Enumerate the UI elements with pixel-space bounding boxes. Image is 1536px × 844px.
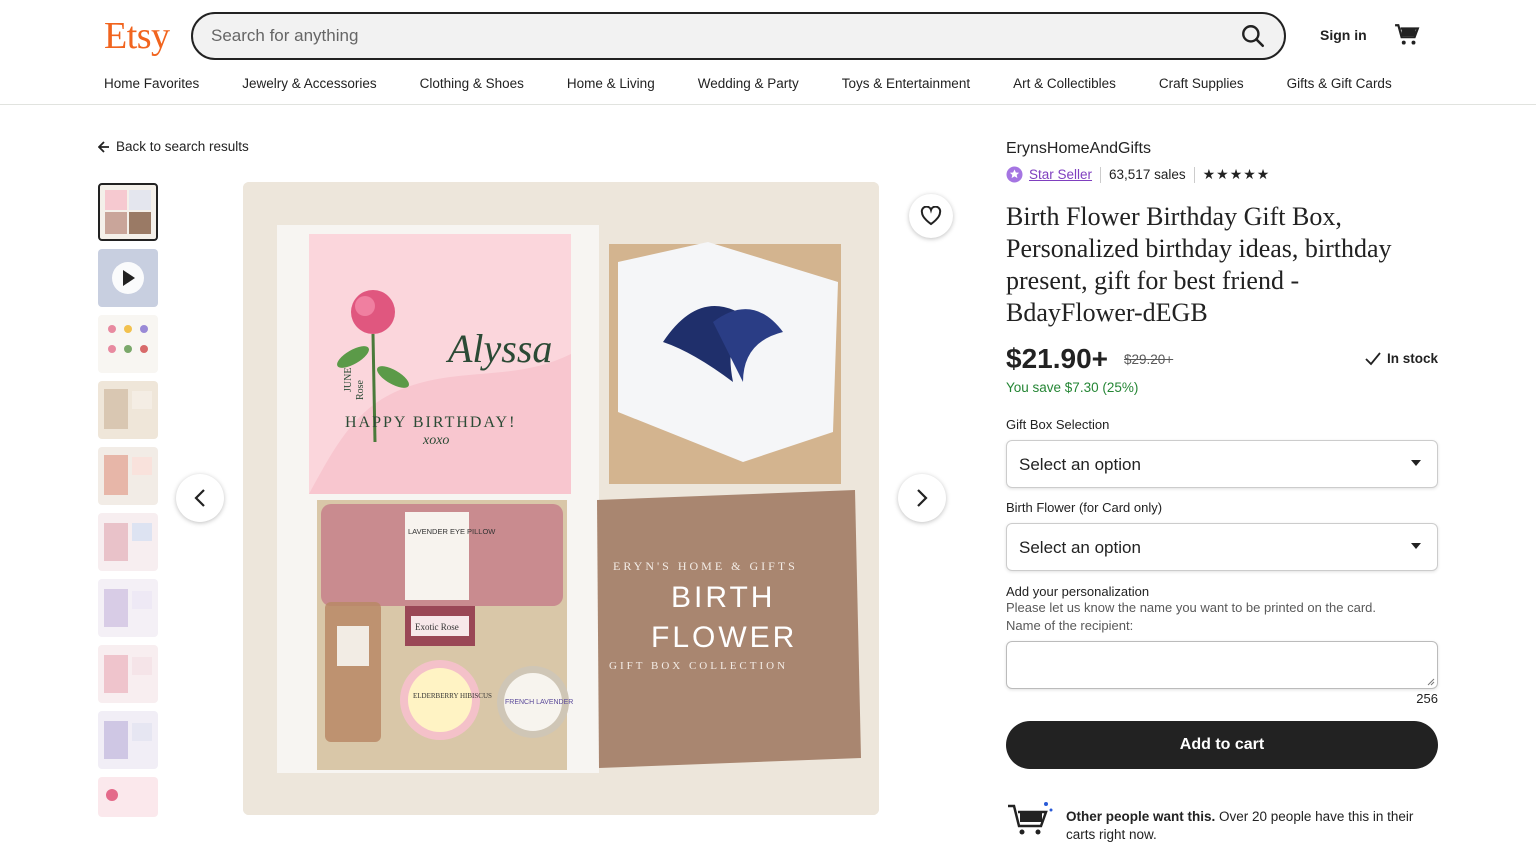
tin1-label-text: ELDERBERRY HIBISCUS [413, 692, 492, 700]
nav-toys[interactable]: Toys & Entertainment [842, 76, 970, 91]
thumbnail[interactable] [98, 711, 158, 769]
caret-down-icon [1411, 460, 1421, 466]
character-count: 256 [1416, 691, 1438, 706]
add-to-cart-button[interactable]: Add to cart [1006, 721, 1438, 769]
demand-text: Other people want this. Over 20 people h… [1066, 808, 1438, 844]
in-stock-label: In stock [1386, 351, 1438, 366]
chevron-left-icon [194, 489, 205, 507]
card-month-text: JUNE [343, 368, 354, 392]
product-details: ErynsHomeAndGifts Star Seller 63,517 sal… [1006, 140, 1438, 769]
nav-jewelry[interactable]: Jewelry & Accessories [242, 76, 376, 91]
main-product-image: Alyssa JUNE Rose HAPPY BIRTHDAY! xoxo LA… [243, 182, 879, 815]
thumbnail[interactable] [98, 381, 158, 439]
rating-stars[interactable]: ★★★★★ [1203, 166, 1271, 183]
star-seller-link[interactable]: Star Seller [1029, 167, 1092, 182]
thumbnail[interactable] [98, 579, 158, 637]
personalization-textarea[interactable] [1006, 641, 1438, 689]
nav-clothing[interactable]: Clothing & Shoes [420, 76, 524, 91]
divider [1193, 166, 1195, 183]
option2-label: Birth Flower (for Card only) [1006, 500, 1163, 515]
soap-label-text: Exotic Rose [415, 622, 459, 632]
next-image-button[interactable] [898, 474, 946, 522]
thumbnail[interactable] [98, 513, 158, 571]
caret-down-icon [1411, 543, 1421, 549]
nav-home-favorites[interactable]: Home Favorites [104, 76, 199, 91]
thumbnail[interactable] [98, 183, 158, 241]
thumbnail[interactable] [98, 447, 158, 505]
search-bar[interactable] [191, 12, 1286, 60]
gift-box-select-value: Select an option [1019, 455, 1141, 474]
option1-label: Gift Box Selection [1006, 417, 1110, 432]
stock-status: In stock [1365, 351, 1438, 366]
personalization-help-2: Name of the recipient: [1006, 618, 1134, 633]
search-input[interactable] [211, 14, 1211, 58]
thumbnail-video[interactable] [98, 249, 158, 307]
arrow-left-icon [98, 140, 109, 153]
sales-count: 63,517 sales [1109, 167, 1186, 182]
shop-name-link[interactable]: ErynsHomeAndGifts [1006, 140, 1438, 158]
nav-art[interactable]: Art & Collectibles [1013, 76, 1116, 91]
cart-demand-icon [1008, 802, 1053, 835]
original-price: $29.20+ [1124, 352, 1174, 367]
thumbnail-strip [98, 183, 158, 825]
product-title: Birth Flower Birthday Gift Box, Personal… [1006, 202, 1392, 327]
savings-text: You save $7.30 (25%) [1006, 380, 1139, 395]
sign-in-link[interactable]: Sign in [1320, 27, 1367, 43]
favorite-button[interactable] [909, 194, 953, 238]
seller-info: Star Seller 63,517 sales ★★★★★ [1006, 166, 1438, 183]
search-icon[interactable] [1240, 23, 1266, 49]
thumbnail[interactable] [98, 645, 158, 703]
gift-box-select[interactable]: Select an option [1006, 440, 1438, 488]
card-name-text: Alyssa [445, 326, 552, 371]
heart-icon [920, 206, 942, 226]
back-label: Back to search results [116, 139, 249, 154]
site-header: Etsy Sign in Home Favorites Jewelry & Ac… [0, 0, 1536, 105]
nav-gifts[interactable]: Gifts & Gift Cards [1287, 76, 1392, 91]
big-flower-text: FLOWER [651, 621, 797, 654]
etsy-logo[interactable]: Etsy [104, 14, 170, 58]
personalization-label: Add your personalization [1006, 584, 1150, 599]
thumbnail[interactable] [98, 315, 158, 373]
brand-line-text: ERYN'S HOME & GIFTS [613, 559, 798, 573]
demand-notice: Other people want this. Over 20 people h… [1006, 800, 1438, 842]
star-seller-badge-icon [1006, 166, 1023, 183]
nav-home-living[interactable]: Home & Living [567, 76, 655, 91]
prev-image-button[interactable] [176, 474, 224, 522]
collection-text: GIFT BOX COLLECTION [609, 660, 788, 672]
back-to-results-link[interactable]: Back to search results [98, 139, 249, 154]
chevron-right-icon [917, 489, 928, 507]
divider [1100, 166, 1102, 183]
card-flower-text: Rose [355, 379, 366, 400]
pillow-label-text: LAVENDER EYE PILLOW [408, 527, 496, 536]
cart-icon[interactable] [1394, 22, 1420, 48]
card-xoxo-text: xoxo [422, 433, 449, 448]
thumbnail[interactable] [98, 777, 158, 817]
personalization-help: Please let us know the name you want to … [1006, 600, 1377, 615]
category-nav: Home Favorites Jewelry & Accessories Clo… [104, 76, 1392, 91]
tin2-label-text: FRENCH LAVENDER [505, 699, 573, 706]
card-greeting-text: HAPPY BIRTHDAY! [345, 414, 516, 431]
birth-flower-select[interactable]: Select an option [1006, 523, 1438, 571]
price: $21.90+ [1006, 343, 1108, 374]
check-icon [1365, 351, 1381, 365]
birth-flower-select-value: Select an option [1019, 538, 1141, 557]
big-birth-text: BIRTH [671, 581, 775, 614]
nav-wedding[interactable]: Wedding & Party [698, 76, 799, 91]
demand-text-bold: Other people want this. [1066, 809, 1216, 824]
resize-handle-icon[interactable] [1427, 678, 1435, 686]
price-row: $21.90+ $29.20+ In stock [1006, 343, 1438, 377]
nav-craft[interactable]: Craft Supplies [1159, 76, 1244, 91]
